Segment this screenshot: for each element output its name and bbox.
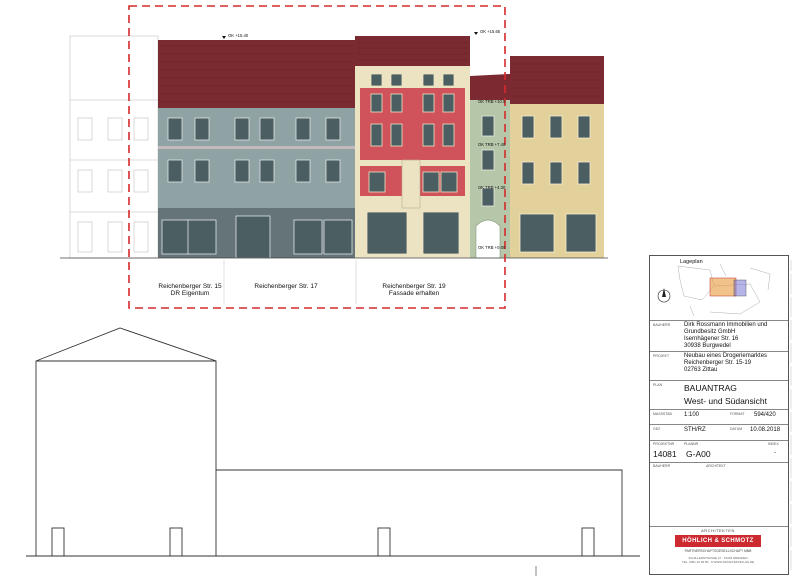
- massstab: 1:100: [684, 412, 700, 418]
- bauherr2-key: Bauherr: [653, 464, 671, 468]
- plan-key: Plan: [653, 383, 663, 387]
- file-path-strip: [786, 260, 796, 570]
- level-oktr-ground: OK TRB +0.00: [478, 245, 506, 250]
- plan-type: BAUANTRAG: [684, 383, 737, 393]
- level-oktr-3: OK TRB +4.30: [478, 185, 506, 190]
- title-block: Lageplan Bauherr Dirk Rossmann Immobilie…: [649, 255, 789, 575]
- label-b17: Reichenberger Str. 17: [254, 283, 318, 290]
- ghost-building: [69, 35, 159, 259]
- bauherr-key: Bauherr: [653, 323, 671, 327]
- building-yellow: [510, 56, 604, 258]
- site-map: [657, 263, 771, 317]
- projekt-key: Projekt: [653, 354, 670, 358]
- label-b19: Reichenberger Str. 19 Fassade erhalten: [382, 283, 446, 297]
- projektnr-key: Projektnr: [653, 442, 675, 446]
- firm-name: HÖHLICH & SCHMOTZ: [675, 535, 761, 547]
- index: -: [774, 450, 776, 456]
- format-key: Format: [730, 412, 745, 416]
- plan-title: West- und Südansicht: [684, 396, 767, 406]
- gez: STH/RZ: [684, 427, 706, 433]
- projekt-block: Neubau eines Drogeriemarktes Reichenberg…: [684, 353, 768, 373]
- level-oktr-2: OK TRB +7.40: [478, 142, 506, 147]
- level-oktr-1: OK TRB +10.5: [478, 99, 506, 104]
- datum: 10.08.2018: [750, 427, 781, 433]
- firm-logo: ARCHITEKTEN HÖHLICH & SCHMOTZ PARTNERSCH…: [668, 528, 768, 570]
- massstab-key: Maßstab: [653, 412, 672, 416]
- building-19: [355, 36, 470, 258]
- label-b15: Reichenberger Str. 15 DR Eigentum: [158, 283, 222, 297]
- projektnr: 14081: [653, 449, 677, 459]
- bauherr-block: Dirk Rossmann Immobilien und Grundbesitz…: [684, 322, 768, 349]
- gez-key: Gez: [653, 427, 661, 431]
- format: 594/420: [754, 412, 776, 418]
- architekt-key: Architekt: [706, 464, 726, 468]
- building-15-17: [158, 40, 355, 259]
- plannr-key: Plannr: [684, 442, 699, 446]
- level-top-ridge: OK +15.65: [480, 29, 501, 34]
- south-elevation: [26, 327, 640, 576]
- index-key: Index: [768, 442, 779, 446]
- level-main-ridge: OK +15.40: [228, 33, 249, 38]
- lageplan: Lageplan: [650, 256, 788, 320]
- datum-key: Datum: [730, 427, 743, 431]
- plannr: G-A00: [686, 449, 711, 459]
